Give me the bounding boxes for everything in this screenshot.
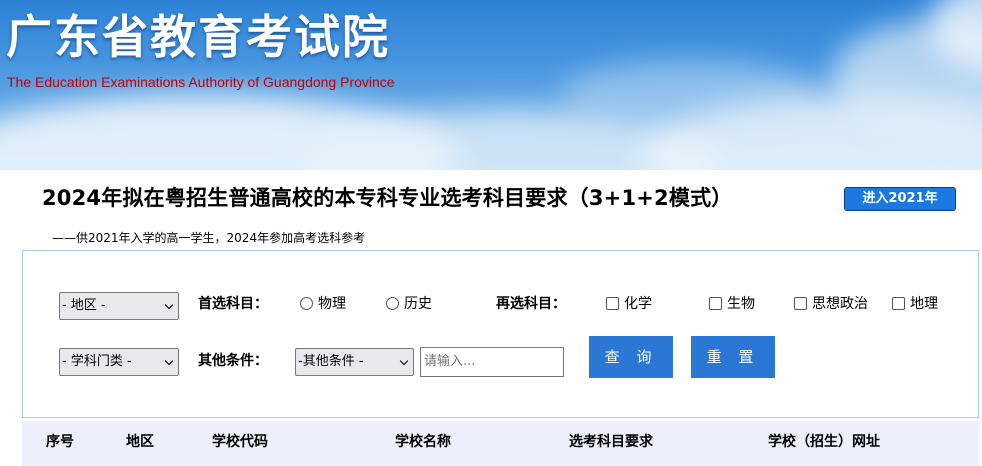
checkbox-geography[interactable]: 地理 [892, 293, 938, 313]
query-button[interactable]: 查 询 [589, 336, 673, 378]
checkbox-geography-label: 地理 [910, 296, 938, 312]
radio-history[interactable]: 历史 [386, 293, 432, 313]
category-select-value: - 学科门类 - [62, 354, 132, 369]
radio-icon[interactable] [300, 296, 313, 310]
chevron-down-icon [164, 300, 174, 310]
keyword-input-placeholder: 请输入... [424, 354, 476, 369]
enter-2021-button[interactable]: 进入2021年 [844, 187, 956, 211]
radio-icon[interactable] [386, 296, 399, 310]
radio-history-label: 历史 [404, 296, 432, 312]
checkbox-chemistry-label: 化学 [624, 296, 652, 312]
column-header-school-website: 学校（招生）网址 [768, 434, 880, 450]
checkbox-politics[interactable]: 思想政治 [794, 293, 868, 313]
column-header-region: 地区 [126, 434, 154, 450]
column-header-school-code: 学校代码 [212, 434, 268, 450]
site-banner: 广东省教育考试院 The Education Examinations Auth… [0, 0, 982, 170]
radio-physics-label: 物理 [318, 296, 346, 312]
other-condition-select[interactable]: -其他条件 - [295, 348, 414, 376]
site-title: 广东省教育考试院 [6, 10, 390, 64]
page-note: ——供2021年入学的高一学生，2024年参加高考选科参考 [52, 231, 366, 245]
region-select-value: - 地区 - [62, 298, 106, 313]
checkbox-icon[interactable] [606, 296, 619, 310]
first-subject-label: 首选科目： [198, 296, 268, 312]
other-condition-label: 其他条件： [198, 353, 268, 369]
column-header-index: 序号 [46, 434, 74, 450]
region-select[interactable]: - 地区 - [59, 292, 179, 320]
checkbox-politics-label: 思想政治 [812, 296, 868, 312]
checkbox-biology[interactable]: 生物 [709, 293, 755, 313]
filter-panel [22, 250, 979, 418]
reset-button[interactable]: 重 置 [691, 336, 775, 378]
checkbox-biology-label: 生物 [727, 296, 755, 312]
keyword-input[interactable]: 请输入... [420, 347, 564, 377]
column-header-subject-requirements: 选考科目要求 [569, 434, 653, 450]
radio-physics[interactable]: 物理 [300, 293, 346, 313]
chevron-down-icon [399, 356, 409, 366]
chevron-down-icon [164, 356, 174, 366]
other-condition-select-value: -其他条件 - [298, 354, 364, 369]
category-select[interactable]: - 学科门类 - [59, 348, 179, 376]
banner-cloud [560, 60, 820, 130]
second-subject-label: 再选科目： [496, 296, 566, 312]
checkbox-icon[interactable] [709, 296, 722, 310]
site-subtitle: The Education Examinations Authority of … [7, 74, 395, 90]
column-header-school-name: 学校名称 [395, 434, 451, 450]
checkbox-icon[interactable] [794, 296, 807, 310]
checkbox-chemistry[interactable]: 化学 [606, 293, 652, 313]
page-title: 2024年拟在粤招生普通高校的本专科专业选考科目要求（3+1+2模式） [42, 186, 733, 210]
checkbox-icon[interactable] [892, 296, 905, 310]
